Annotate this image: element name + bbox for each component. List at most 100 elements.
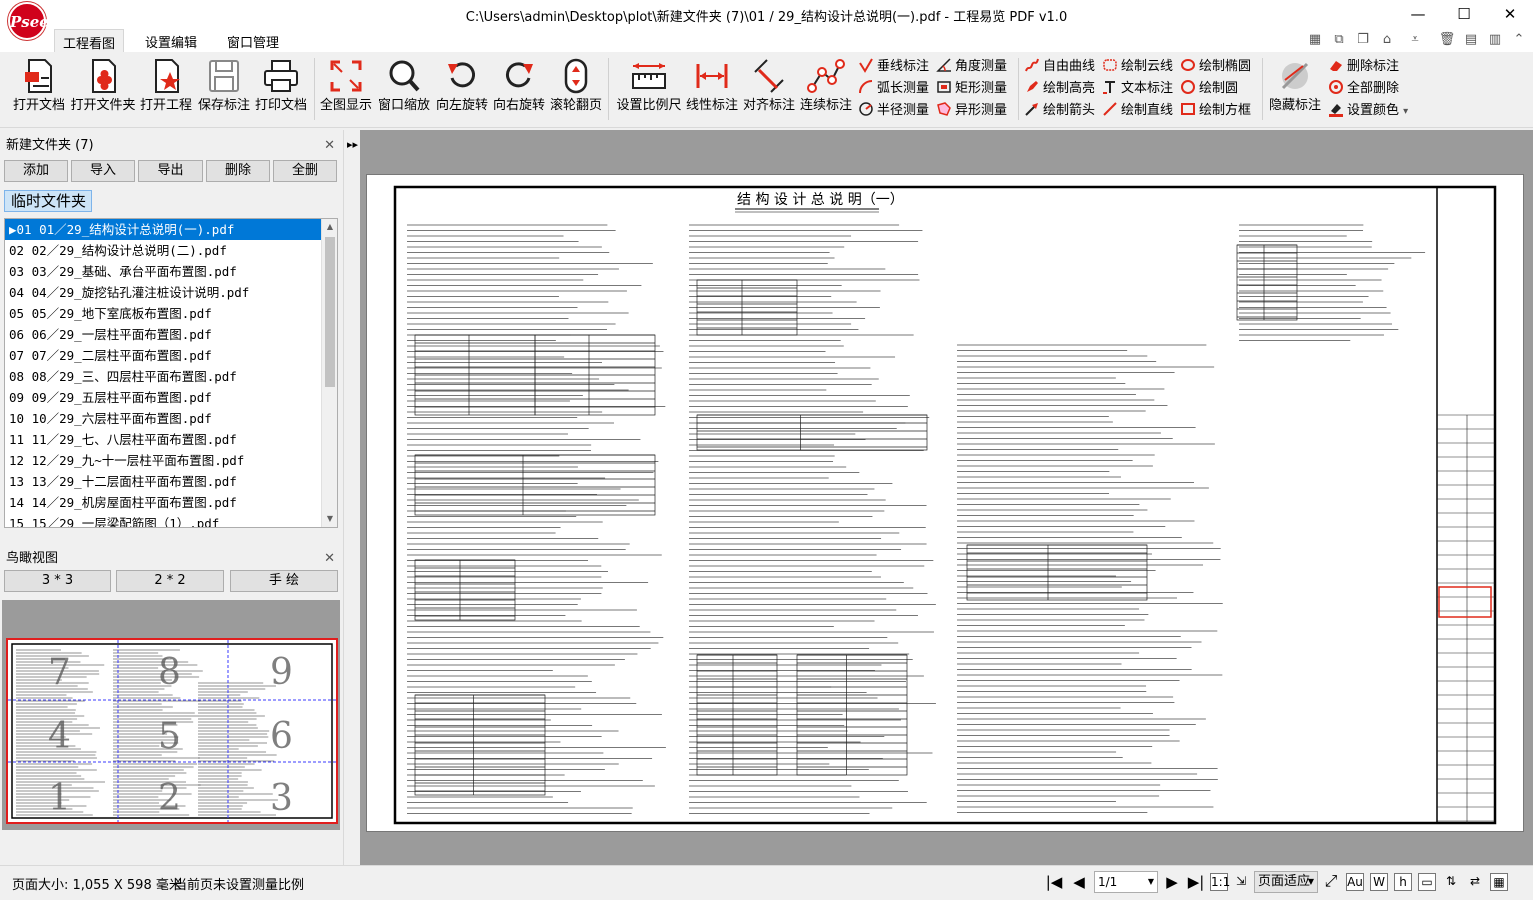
prev-page-button[interactable]: ◀: [1069, 872, 1089, 892]
rotate-right-button[interactable]: 向右旋转: [491, 54, 547, 114]
file-list-item[interactable]: 07 07／29_二层柱平面布置图.pdf: [5, 345, 323, 366]
ellipse-button[interactable]: 绘制椭圆: [1180, 57, 1251, 77]
circle-button[interactable]: 绘制圆: [1180, 79, 1238, 99]
delete-button[interactable]: 删除: [206, 160, 270, 182]
menu-tab-window[interactable]: 窗口管理: [219, 31, 287, 52]
file-list-item[interactable]: 08 08／29_三、四层柱平面布置图.pdf: [5, 366, 323, 387]
trash-icon[interactable]: 🗑: [1438, 32, 1456, 48]
open-document-button[interactable]: 打开文档: [10, 54, 68, 114]
close-birdview-icon[interactable]: ✕: [324, 545, 335, 573]
file-list-item[interactable]: 15 15／29_一层梁配筋图（1）.pdf: [5, 513, 323, 527]
export-button[interactable]: 导出: [138, 160, 203, 182]
cloud-button[interactable]: 绘制云线: [1102, 57, 1173, 77]
delete-all-button[interactable]: 全部删除: [1328, 79, 1399, 99]
file-list-item[interactable]: 06 06／29_一层柱平面布置图.pdf: [5, 324, 323, 345]
line-button[interactable]: 绘制直线: [1102, 101, 1173, 121]
rotate-left-button[interactable]: 向左旋转: [434, 54, 490, 114]
panel-splitter[interactable]: ▸▸: [343, 130, 359, 865]
last-page-button[interactable]: ▶|: [1186, 872, 1206, 892]
scroll-down-icon[interactable]: ▼: [322, 511, 337, 527]
page-number-field[interactable]: 1/1 ▼: [1094, 871, 1158, 893]
window-zoom-button[interactable]: 窗口缩放: [376, 54, 432, 114]
menu-tab-edit[interactable]: 设置编辑: [137, 31, 205, 52]
collapse-ribbon-icon[interactable]: ⌃: [1510, 32, 1528, 48]
file-list-item[interactable]: 04 04／29_旋挖钻孔灌注桩设计说明.pdf: [5, 282, 323, 303]
file-list-scrollbar[interactable]: ▲ ▼: [321, 219, 337, 527]
first-page-button[interactable]: |◀: [1044, 872, 1064, 892]
grid-3x3-button[interactable]: 3 * 3: [4, 570, 111, 592]
minimize-button[interactable]: —: [1395, 0, 1441, 28]
shirt-icon[interactable]: ⌂: [1378, 32, 1396, 48]
file-list-item[interactable]: 10 10／29_六层柱平面布置图.pdf: [5, 408, 323, 429]
file-list-item[interactable]: 12 12／29_九~十一层柱平面布置图.pdf: [5, 450, 323, 471]
arrow-button[interactable]: 绘制箭头: [1024, 101, 1095, 121]
calculator-icon[interactable]: ▥: [1486, 32, 1504, 48]
page-view-icon[interactable]: ▭: [1418, 873, 1436, 891]
import-button[interactable]: 导入: [71, 160, 135, 182]
open-project-button[interactable]: 打开工程: [138, 54, 194, 114]
file-list-item[interactable]: 11 11／29_七、八层柱平面布置图.pdf: [5, 429, 323, 450]
add-button[interactable]: 添加: [4, 160, 68, 182]
angle-measure-button[interactable]: 角度测量: [936, 57, 1007, 77]
wheel-page-button[interactable]: 滚轮翻页: [548, 54, 604, 114]
set-scale-button[interactable]: 设置比例尺: [614, 54, 684, 114]
pdf-page[interactable]: 结 构 设 计 总 说 明（一）: [366, 174, 1524, 832]
freehand-button[interactable]: 自由曲线: [1024, 57, 1095, 77]
grid-view-icon[interactable]: ▦: [1490, 873, 1508, 891]
rect-measure-button[interactable]: 矩形测量: [936, 79, 1007, 99]
linear-dim-button[interactable]: 线性标注: [684, 54, 740, 114]
tile-icon[interactable]: ⧉: [1330, 32, 1348, 48]
zoom-mode-select[interactable]: 页面适应 ▼: [1254, 871, 1318, 893]
scroll-thumb[interactable]: [325, 237, 335, 387]
fit-height-icon[interactable]: h: [1394, 873, 1412, 891]
file-list-item[interactable]: 05 05／29_地下室底板布置图.pdf: [5, 303, 323, 324]
freehand-grid-button[interactable]: 手 绘: [230, 570, 338, 592]
close-folder-panel-icon[interactable]: ✕: [324, 132, 335, 160]
file-list-item[interactable]: 13 13／29_十二层面柱平面布置图.pdf: [5, 471, 323, 492]
menu-tab-view[interactable]: 工程看图: [54, 29, 125, 52]
file-list-item[interactable]: ▶01 01／29_结构设计总说明(一).pdf: [5, 219, 323, 240]
delete-annotation-button[interactable]: 删除标注: [1328, 57, 1399, 77]
delete-all-files-button[interactable]: 全删: [273, 160, 337, 182]
fit-width-icon[interactable]: W: [1370, 873, 1388, 891]
text-search-icon[interactable]: Au: [1346, 873, 1364, 891]
file-list-item[interactable]: 14 14／29_机房屋面柱平面布置图.pdf: [5, 492, 323, 513]
file-list-item[interactable]: 03 03／29_基础、承台平面布置图.pdf: [5, 261, 323, 282]
expand-arrow-icon[interactable]: ▸▸: [347, 138, 358, 151]
maximize-button[interactable]: ☐: [1441, 0, 1487, 28]
open-folder-button[interactable]: 打开文件夹: [70, 54, 136, 114]
copy-icon[interactable]: ❐: [1354, 32, 1372, 48]
arc-length-button[interactable]: 弧长测量: [858, 79, 929, 99]
birdview-page-thumbnail[interactable]: 7 8 9 4 5 6 1 2 3: [6, 638, 338, 824]
temp-folder-tab[interactable]: 临时文件夹: [4, 190, 92, 212]
swap-icon[interactable]: ⇄: [1466, 873, 1484, 891]
filter-icon[interactable]: ⩡: [1406, 32, 1424, 48]
irregular-measure-button[interactable]: 异形测量: [936, 101, 1007, 121]
birdview-canvas[interactable]: 7 8 9 4 5 6 1 2 3: [2, 600, 340, 830]
scroll-up-icon[interactable]: ▲: [322, 219, 337, 235]
rectangle-button[interactable]: 绘制方框: [1180, 101, 1251, 121]
actual-size-icon[interactable]: 1:1: [1210, 873, 1230, 891]
perpendicular-dim-button[interactable]: 垂线标注: [858, 57, 929, 77]
expand-icon[interactable]: ⇲: [1232, 873, 1250, 891]
highlight-button[interactable]: 绘制高亮: [1024, 79, 1095, 99]
file-list-item[interactable]: 09 09／29_五层柱平面布置图.pdf: [5, 387, 323, 408]
layout-icon[interactable]: ▦: [1306, 32, 1324, 48]
radius-measure-button[interactable]: 半径测量: [858, 101, 929, 121]
file-list-item[interactable]: 02 02／29_结构设计总说明(二).pdf: [5, 240, 323, 261]
grid-2x2-button[interactable]: 2 * 2: [116, 570, 224, 592]
print-document-button[interactable]: 打印文档: [253, 54, 309, 114]
set-color-button[interactable]: 设置颜色 ▾: [1328, 101, 1408, 121]
save-annotation-button[interactable]: 保存标注: [196, 54, 252, 114]
pdf-viewer[interactable]: 结 构 设 计 总 说 明（一）: [360, 130, 1533, 865]
next-page-button[interactable]: ▶: [1162, 872, 1182, 892]
continuous-view-icon[interactable]: ⇅: [1442, 873, 1460, 891]
text-annotation-button[interactable]: 文本标注: [1102, 79, 1173, 99]
calendar-icon[interactable]: ▤: [1462, 32, 1480, 48]
aligned-dim-button[interactable]: 对齐标注: [741, 54, 797, 114]
continuous-dim-button[interactable]: 连续标注: [798, 54, 854, 114]
fullscreen-icon[interactable]: ⤢: [1322, 873, 1340, 891]
hide-annotation-button[interactable]: 隐藏标注: [1266, 54, 1324, 114]
fit-all-button[interactable]: 全图显示: [318, 54, 374, 114]
close-button[interactable]: ✕: [1487, 0, 1533, 28]
